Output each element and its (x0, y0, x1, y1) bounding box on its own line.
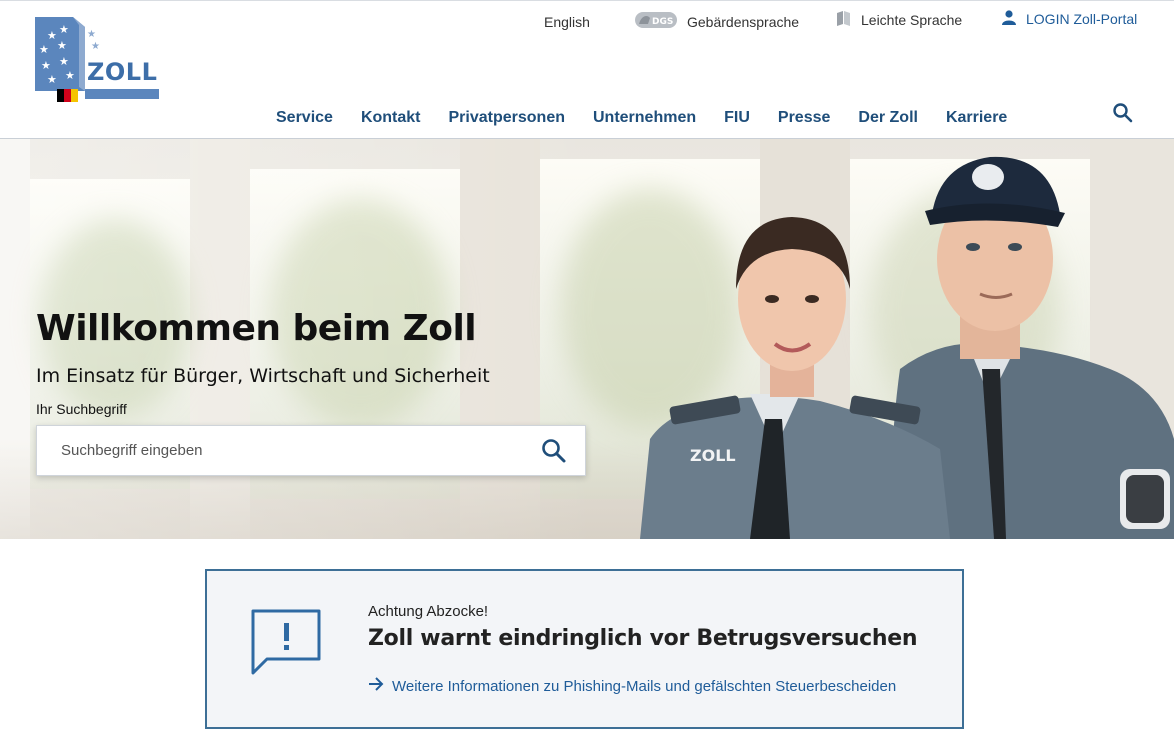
svg-text:★: ★ (47, 73, 57, 86)
svg-text:★: ★ (59, 55, 69, 68)
nav-item-service[interactable]: Service (262, 109, 347, 127)
svg-text:★: ★ (87, 29, 96, 40)
alert-title: Zoll warnt eindringlich vor Betrugsversu… (368, 626, 918, 651)
easy-language-icon (836, 10, 851, 30)
nav-item-der-zoll[interactable]: Der Zoll (844, 109, 932, 127)
warning-speech-bubble-icon (249, 607, 325, 679)
nav-item-kontakt[interactable]: Kontakt (347, 109, 435, 127)
sign-language-link[interactable]: DGS Gebärdensprache (635, 10, 799, 33)
site-header: ★ ★ ★ ★ ★ ★ ★ ★ ★ ★ ZOLL English DGS Geb… (0, 0, 1174, 139)
search-label: Ihr Suchbegriff (36, 401, 127, 417)
logo-text: ZOLL (87, 58, 158, 86)
phishing-info-link-label: Weitere Informationen zu Phishing-Mails … (392, 677, 897, 695)
easy-language-label: Leichte Sprache (861, 12, 963, 28)
hero-search-box (36, 425, 586, 476)
svg-text:★: ★ (59, 23, 69, 36)
user-icon (1002, 10, 1016, 28)
alert-kicker: Achtung Abzocke! (368, 603, 489, 620)
nav-item-fiu[interactable]: FIU (710, 109, 764, 127)
search-submit-icon[interactable] (541, 438, 567, 464)
hero-title: Willkommen beim Zoll (36, 308, 477, 349)
nav-item-privatpersonen[interactable]: Privatpersonen (435, 109, 579, 127)
sign-language-icon: DGS (635, 10, 677, 33)
svg-text:★: ★ (65, 69, 75, 82)
search-input[interactable] (37, 426, 527, 475)
svg-text:★: ★ (39, 43, 49, 56)
fraud-warning-box: Achtung Abzocke! Zoll warnt eindringlich… (205, 569, 964, 729)
nav-item-presse[interactable]: Presse (764, 109, 845, 127)
zoll-logo[interactable]: ★ ★ ★ ★ ★ ★ ★ ★ ★ ★ ZOLL (35, 17, 161, 105)
login-label: LOGIN Zoll-Portal (1026, 11, 1138, 27)
main-navigation: Service Kontakt Privatpersonen Unternehm… (262, 109, 1021, 127)
svg-text:★: ★ (91, 41, 100, 52)
svg-text:★: ★ (41, 59, 51, 72)
easy-language-link[interactable]: Leichte Sprache (836, 10, 962, 30)
nav-item-karriere[interactable]: Karriere (932, 109, 1021, 127)
svg-text:★: ★ (47, 29, 57, 42)
svg-text:★: ★ (57, 39, 67, 52)
customs-officers-photo: ZOLL (640, 156, 1174, 539)
hero-subtitle: Im Einsatz für Bürger, Wirtschaft und Si… (36, 365, 490, 387)
sign-language-label: Gebärdensprache (687, 13, 800, 30)
language-link[interactable]: English (544, 14, 590, 30)
dgs-badge-text: DGS (652, 17, 673, 27)
search-icon[interactable] (1112, 102, 1134, 124)
login-link[interactable]: LOGIN Zoll-Portal (1002, 10, 1137, 28)
arrow-right-icon (368, 677, 384, 695)
uniform-badge-text: ZOLL (690, 446, 736, 465)
nav-item-unternehmen[interactable]: Unternehmen (579, 109, 710, 127)
phishing-info-link[interactable]: Weitere Informationen zu Phishing-Mails … (368, 677, 896, 695)
